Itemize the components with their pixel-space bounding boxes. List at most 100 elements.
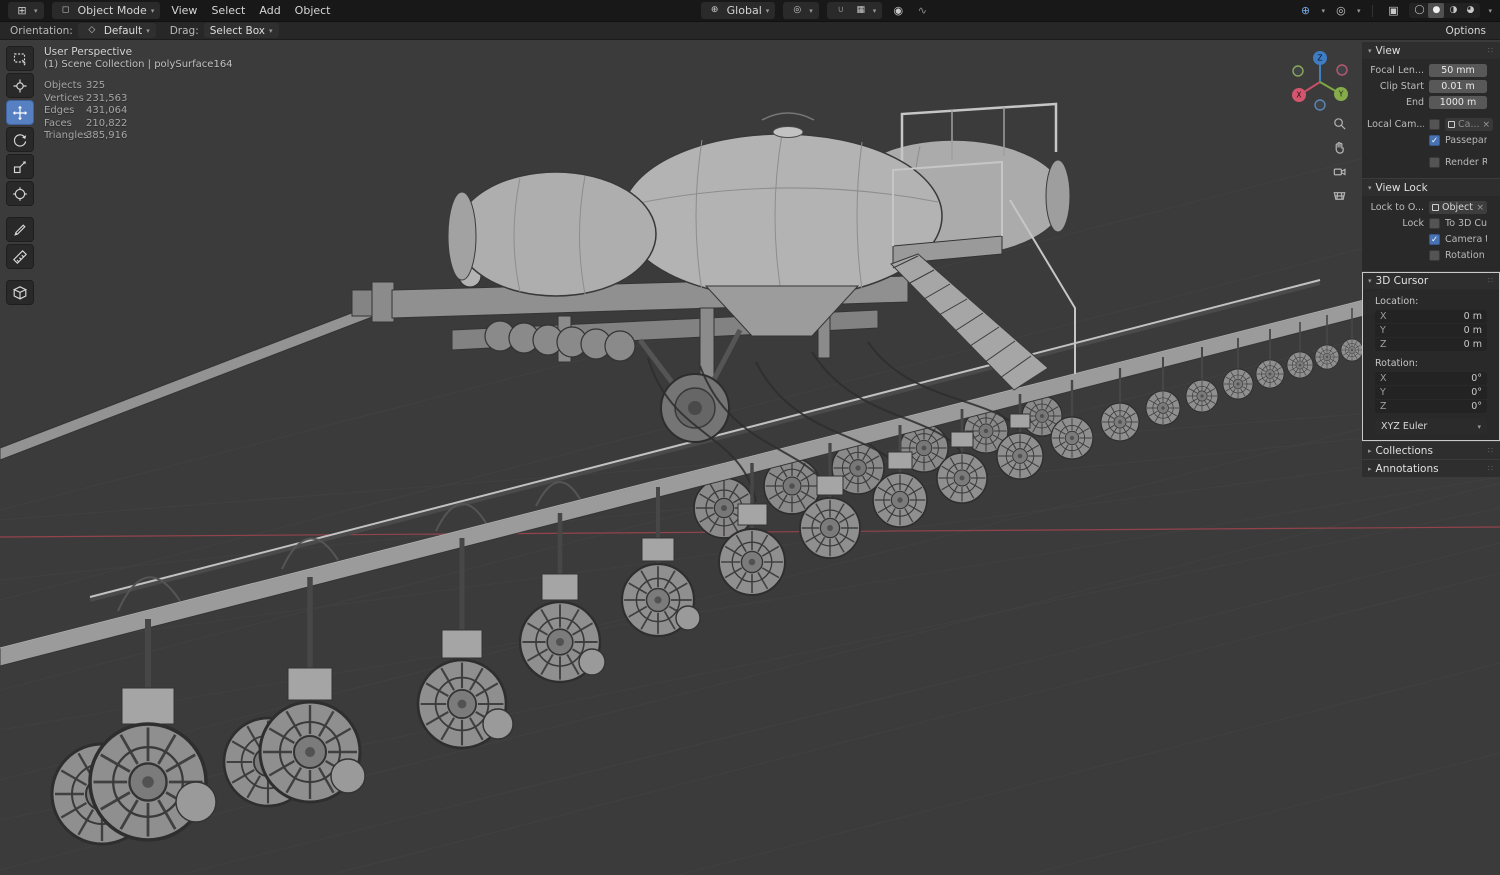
- drag-setting-label: Drag:: [169, 24, 199, 37]
- show-overlays-toggle[interactable]: ◎: [1333, 3, 1349, 18]
- passepartout-checkbox[interactable]: ✓: [1429, 135, 1440, 146]
- toolbar: [6, 46, 34, 307]
- options-button[interactable]: Options: [1441, 25, 1490, 37]
- tool-transform[interactable]: [6, 181, 34, 206]
- chevron-down-icon: ▾: [872, 6, 877, 15]
- panel-view-lock: ▾ View Lock Lock to O... Object × Lock T…: [1362, 179, 1500, 271]
- panel-view-header[interactable]: ▾ View ∷: [1362, 42, 1500, 59]
- drag-dots-icon: ∷: [1487, 46, 1494, 55]
- xray-toggle[interactable]: ▣: [1385, 3, 1401, 18]
- axis-value: 0 m: [1463, 325, 1482, 336]
- pivot-point-dropdown[interactable]: ◎ ▾: [783, 2, 819, 19]
- zoom-button[interactable]: [1330, 114, 1348, 132]
- clip-end-field[interactable]: 1000 m: [1429, 96, 1487, 109]
- gizmo-minus-z[interactable]: [1314, 99, 1326, 111]
- menu-select[interactable]: Select: [208, 4, 248, 17]
- perspective-toggle-button[interactable]: [1330, 186, 1348, 204]
- select-box-icon: [13, 52, 26, 66]
- panel-view-lock-header[interactable]: ▾ View Lock: [1362, 179, 1500, 196]
- sidebar-n-panel: ▾ View ∷ Focal Len... 50 mm Clip Start 0…: [1362, 42, 1500, 478]
- shading-rendered-button[interactable]: ◕: [1462, 3, 1478, 18]
- tool-select-box[interactable]: [6, 46, 34, 71]
- clear-icon[interactable]: ×: [1476, 203, 1484, 213]
- mode-dropdown[interactable]: ◻ Object Mode ▾: [51, 2, 161, 19]
- panel-3d-cursor-header[interactable]: ▾ 3D Cursor ∷: [1362, 272, 1500, 289]
- lock-rotation-row: Rotation: [1367, 248, 1487, 263]
- panel-title: Collections: [1375, 444, 1433, 457]
- cursor-location-fields: X 0 m Y 0 m Z 0 m: [1375, 310, 1487, 351]
- shading-wireframe-button[interactable]: ◯: [1411, 3, 1427, 18]
- to-3d-cursor-label: To 3D Cursor: [1445, 218, 1487, 229]
- panel-collections-header[interactable]: ▸ Collections ∷: [1362, 442, 1500, 459]
- panel-collections: ▸ Collections ∷: [1362, 442, 1500, 459]
- menu-object[interactable]: Object: [292, 4, 334, 17]
- lock-to-object-field[interactable]: Object ×: [1429, 201, 1487, 214]
- camera-to-view-checkbox[interactable]: ✓: [1429, 234, 1440, 245]
- tool-scale[interactable]: [6, 154, 34, 179]
- viewport-3d-scene[interactable]: [0, 40, 1500, 875]
- tool-add-cube[interactable]: [6, 280, 34, 305]
- proportional-editing-toggle[interactable]: ◉: [890, 3, 906, 18]
- local-camera-field[interactable]: Ca... ×: [1445, 118, 1494, 131]
- chevron-down-icon[interactable]: ▾: [1488, 7, 1492, 15]
- camera-view-button[interactable]: [1330, 162, 1348, 180]
- camera-to-view-row: ✓ Camera to Vi...: [1367, 232, 1487, 247]
- cursor-rotation-z[interactable]: Z 0°: [1375, 400, 1487, 413]
- focal-length-field[interactable]: 50 mm: [1429, 64, 1487, 77]
- stat-label: Vertices: [44, 92, 84, 104]
- drag-setting-dropdown[interactable]: Select Box ▾: [203, 23, 279, 38]
- tool-cursor[interactable]: [6, 73, 34, 98]
- panel-view: ▾ View ∷ Focal Len... 50 mm Clip Start 0…: [1362, 42, 1500, 178]
- chevron-down-icon[interactable]: ▾: [1357, 7, 1361, 15]
- cursor-location-x[interactable]: X 0 m: [1375, 310, 1487, 323]
- chevron-down-icon[interactable]: ▾: [1321, 7, 1325, 15]
- stat-value: 385,916: [86, 130, 128, 141]
- local-camera-label: Local Cam...: [1367, 119, 1424, 130]
- cursor-location-y[interactable]: Y 0 m: [1375, 324, 1487, 337]
- scene-breadcrumb: (1) Scene Collection | polySurface164: [44, 59, 233, 70]
- render-region-checkbox[interactable]: [1429, 157, 1440, 168]
- panel-annotations-header[interactable]: ▸ Annotations ∷: [1362, 460, 1500, 477]
- planter-model[interactable]: [0, 102, 1383, 846]
- editor-type-button[interactable]: ⊞ ▾: [8, 2, 44, 19]
- proportional-falloff-icon[interactable]: ∿: [914, 3, 930, 18]
- divider: [1372, 4, 1374, 17]
- tool-move[interactable]: [6, 100, 34, 125]
- orientation-setting-label: Orientation:: [10, 24, 73, 37]
- gizmo-minus-x[interactable]: [1336, 64, 1348, 76]
- perspective-label: User Perspective: [44, 46, 133, 58]
- gizmo-y-label: Y: [1338, 90, 1344, 99]
- to-3d-cursor-checkbox[interactable]: [1429, 218, 1440, 229]
- stat-value: 231,563: [86, 92, 128, 104]
- camera-data-icon: [1448, 121, 1455, 128]
- orientation-default-icon: ◇: [88, 25, 96, 35]
- rotate-icon: [13, 133, 27, 147]
- panel-3d-cursor: ▾ 3D Cursor ∷ Location: X 0 m Y 0 m Z 0 …: [1362, 272, 1500, 441]
- clip-start-field[interactable]: 0.01 m: [1429, 80, 1487, 93]
- gizmo-minus-y[interactable]: [1292, 65, 1304, 77]
- menu-add[interactable]: Add: [256, 4, 283, 17]
- clear-icon[interactable]: ×: [1483, 120, 1491, 130]
- rotation-order-dropdown[interactable]: XYZ Euler ▾: [1375, 419, 1487, 434]
- clip-start-label: Clip Start: [1379, 81, 1424, 92]
- snapping-dropdown[interactable]: ∪ ▦ ▾: [826, 2, 883, 19]
- shading-solid-button[interactable]: ●: [1428, 3, 1445, 18]
- cursor-rotation-x[interactable]: X 0°: [1375, 372, 1487, 385]
- orientation-setting-dropdown[interactable]: ◇ Default ▾: [77, 23, 156, 38]
- show-gizmo-toggle[interactable]: ⊕: [1297, 3, 1313, 18]
- pan-button[interactable]: [1330, 138, 1348, 156]
- transform-orientation-dropdown[interactable]: ⊕ Global ▾: [700, 2, 776, 19]
- tool-rotate[interactable]: [6, 127, 34, 152]
- lock-rotation-checkbox[interactable]: [1429, 250, 1440, 261]
- 3d-viewport[interactable]: User Perspective (1) Scene Collection | …: [0, 40, 1500, 875]
- tool-annotate[interactable]: [6, 217, 34, 242]
- local-camera-checkbox[interactable]: [1429, 119, 1440, 130]
- cursor-location-z[interactable]: Z 0 m: [1375, 338, 1487, 351]
- navigation-gizmo[interactable]: Z X Y: [1288, 48, 1352, 112]
- tool-measure[interactable]: [6, 244, 34, 269]
- scale-icon: [13, 160, 26, 173]
- shading-material-button[interactable]: ◑: [1445, 3, 1461, 18]
- stat-label: Triangles: [44, 130, 89, 141]
- menu-view[interactable]: View: [168, 4, 200, 17]
- cursor-rotation-y[interactable]: Y 0°: [1375, 386, 1487, 399]
